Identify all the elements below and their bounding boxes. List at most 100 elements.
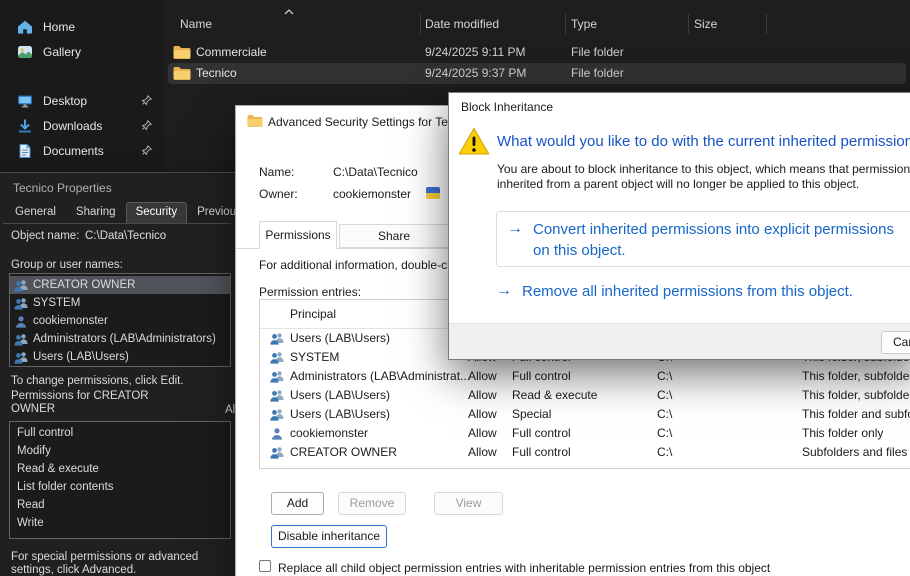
body-line: You are about to block inheritance to th… bbox=[497, 162, 910, 177]
entry-applies-to: This folder only bbox=[802, 426, 883, 440]
warning-icon bbox=[458, 127, 490, 161]
permission-item[interactable]: Full control bbox=[10, 424, 230, 442]
dialog-title: Advanced Security Settings for Tecnico bbox=[268, 115, 476, 129]
permission-item[interactable]: Read & execute bbox=[10, 460, 230, 478]
tab-sharing[interactable]: Sharing bbox=[66, 202, 126, 223]
remove-button[interactable]: Remove bbox=[338, 492, 406, 515]
group-icon bbox=[270, 351, 284, 364]
body-line: inherited from a parent object will no l… bbox=[497, 177, 910, 192]
sidebar-item-desktop[interactable]: Desktop bbox=[4, 88, 160, 113]
group-list-item[interactable]: Users (LAB\Users) bbox=[10, 348, 230, 366]
file-list: Commerciale9/24/2025 9:11 PMFile folderT… bbox=[164, 42, 910, 85]
permission-label: Modify bbox=[17, 445, 51, 457]
properties-dialog: Tecnico Properties GeneralSharingSecurit… bbox=[0, 172, 238, 576]
entry-inherited-from: C:\ bbox=[657, 369, 672, 383]
file-name: Commerciale bbox=[196, 45, 267, 59]
sidebar-item-label: Documents bbox=[43, 144, 104, 158]
file-row[interactable]: Tecnico9/24/2025 9:37 PMFile folder bbox=[164, 63, 910, 85]
sidebar-item-gallery[interactable]: Gallery bbox=[4, 39, 160, 64]
permission-item[interactable]: List folder contents bbox=[10, 478, 230, 496]
permission-item[interactable]: Read bbox=[10, 496, 230, 514]
sidebar-item-downloads[interactable]: Downloads bbox=[4, 113, 160, 138]
user-icon bbox=[270, 427, 284, 440]
group-name: Users (LAB\Users) bbox=[33, 351, 129, 363]
owner-label: Owner: bbox=[259, 187, 298, 201]
entry-inherited-from: C:\ bbox=[657, 445, 672, 459]
entry-inherited-from: C:\ bbox=[657, 407, 672, 421]
permission-entry-row[interactable]: Users (LAB\Users)AllowSpecialC:\This fol… bbox=[260, 405, 910, 424]
entry-principal: Users (LAB\Users) bbox=[290, 388, 390, 402]
permission-label: Read bbox=[17, 499, 45, 511]
tab-share[interactable]: Share bbox=[339, 224, 449, 248]
entry-principal: Users (LAB\Users) bbox=[290, 331, 390, 345]
permission-entry-row[interactable]: CREATOR OWNERAllowFull controlC:\Subfold… bbox=[260, 443, 910, 462]
convert-permissions-link[interactable]: → Convert inherited permissions into expl… bbox=[496, 211, 910, 267]
permission-entry-row[interactable]: Administrators (LAB\Administrat...AllowF… bbox=[260, 367, 910, 386]
permissions-for-label: Permissions for CREATOR OWNER bbox=[11, 390, 153, 416]
entry-type: Allow bbox=[468, 369, 497, 383]
group-list-item[interactable]: CREATOR OWNER bbox=[10, 276, 230, 294]
gallery-icon bbox=[17, 44, 33, 60]
file-date-modified: 9/24/2025 9:11 PM bbox=[425, 45, 526, 59]
arrow-right-icon: → bbox=[507, 219, 523, 239]
group-name: Administrators (LAB\Administrators) bbox=[33, 333, 216, 345]
entry-type: Allow bbox=[468, 445, 497, 459]
column-header-date-modified[interactable]: Date modified bbox=[425, 17, 499, 31]
group-name: cookiemonster bbox=[33, 315, 108, 327]
entry-type: Allow bbox=[468, 407, 497, 421]
group-list-item[interactable]: Administrators (LAB\Administrators) bbox=[10, 330, 230, 348]
tab-permissions[interactable]: Permissions bbox=[259, 221, 337, 249]
add-button[interactable]: Add bbox=[271, 492, 324, 515]
pin-icon bbox=[141, 95, 152, 106]
command-link-text: Convert inherited permissions into expli… bbox=[533, 219, 909, 261]
replace-checkbox-label: Replace all child object permission entr… bbox=[278, 561, 770, 575]
permission-label: List folder contents bbox=[17, 481, 114, 493]
tab-security[interactable]: Security bbox=[126, 202, 188, 223]
permission-entry-row[interactable]: Users (LAB\Users)AllowRead & executeC:\T… bbox=[260, 386, 910, 405]
entry-type: Allow bbox=[468, 388, 497, 402]
column-header-name[interactable]: Name bbox=[180, 17, 212, 31]
group-icon bbox=[270, 332, 284, 345]
sidebar-item-home[interactable]: Home bbox=[4, 14, 160, 39]
sort-ascending-icon bbox=[284, 4, 294, 18]
entry-access: Full control bbox=[512, 445, 571, 459]
column-divider bbox=[766, 14, 767, 34]
remove-permissions-link[interactable]: →Remove all inherited permissions from t… bbox=[496, 281, 853, 302]
folder-icon bbox=[173, 45, 191, 62]
desktop-icon bbox=[17, 93, 33, 109]
file-name: Tecnico bbox=[196, 66, 237, 80]
file-date-modified: 9/24/2025 9:37 PM bbox=[425, 66, 526, 80]
tab-general[interactable]: General bbox=[5, 202, 66, 223]
replace-checkbox[interactable] bbox=[259, 560, 271, 572]
sidebar-item-label: Downloads bbox=[43, 119, 102, 133]
entry-applies-to: This folder and subfo bbox=[802, 407, 910, 421]
group-list-item[interactable]: SYSTEM bbox=[10, 294, 230, 312]
group-list-item[interactable]: cookiemonster bbox=[10, 312, 230, 330]
entry-inherited-from: C:\ bbox=[657, 426, 672, 440]
group-icon bbox=[270, 408, 284, 421]
disable-inheritance-button[interactable]: Disable inheritance bbox=[271, 525, 387, 548]
column-header-type[interactable]: Type bbox=[571, 17, 597, 31]
principal-column-header[interactable]: Principal bbox=[290, 307, 336, 321]
advanced-settings-hint: For special permissions or advanced sett… bbox=[11, 551, 219, 576]
sidebar-item-documents[interactable]: Documents bbox=[4, 138, 160, 163]
view-button[interactable]: View bbox=[434, 492, 503, 515]
owner-value: cookiemonster bbox=[333, 187, 411, 201]
home-icon bbox=[17, 19, 33, 35]
entry-principal: SYSTEM bbox=[290, 350, 339, 364]
group-name: SYSTEM bbox=[33, 297, 80, 309]
pin-icon bbox=[141, 145, 152, 156]
column-header-size[interactable]: Size bbox=[694, 17, 717, 31]
permission-item[interactable]: Write bbox=[10, 514, 230, 532]
group-icon bbox=[14, 351, 28, 364]
sidebar-item-label: Desktop bbox=[43, 94, 87, 108]
permission-entry-row[interactable]: cookiemonsterAllowFull controlC:\This fo… bbox=[260, 424, 910, 443]
folder-icon bbox=[173, 66, 191, 83]
file-row[interactable]: Commerciale9/24/2025 9:11 PMFile folder bbox=[164, 42, 910, 63]
tab-strip-divider bbox=[3, 223, 231, 224]
column-divider bbox=[420, 14, 421, 34]
cancel-button[interactable]: Cancel bbox=[881, 331, 910, 354]
permission-entries-label: Permission entries: bbox=[259, 285, 361, 299]
permission-item[interactable]: Modify bbox=[10, 442, 230, 460]
object-name-value: C:\Data\Tecnico bbox=[85, 230, 166, 242]
